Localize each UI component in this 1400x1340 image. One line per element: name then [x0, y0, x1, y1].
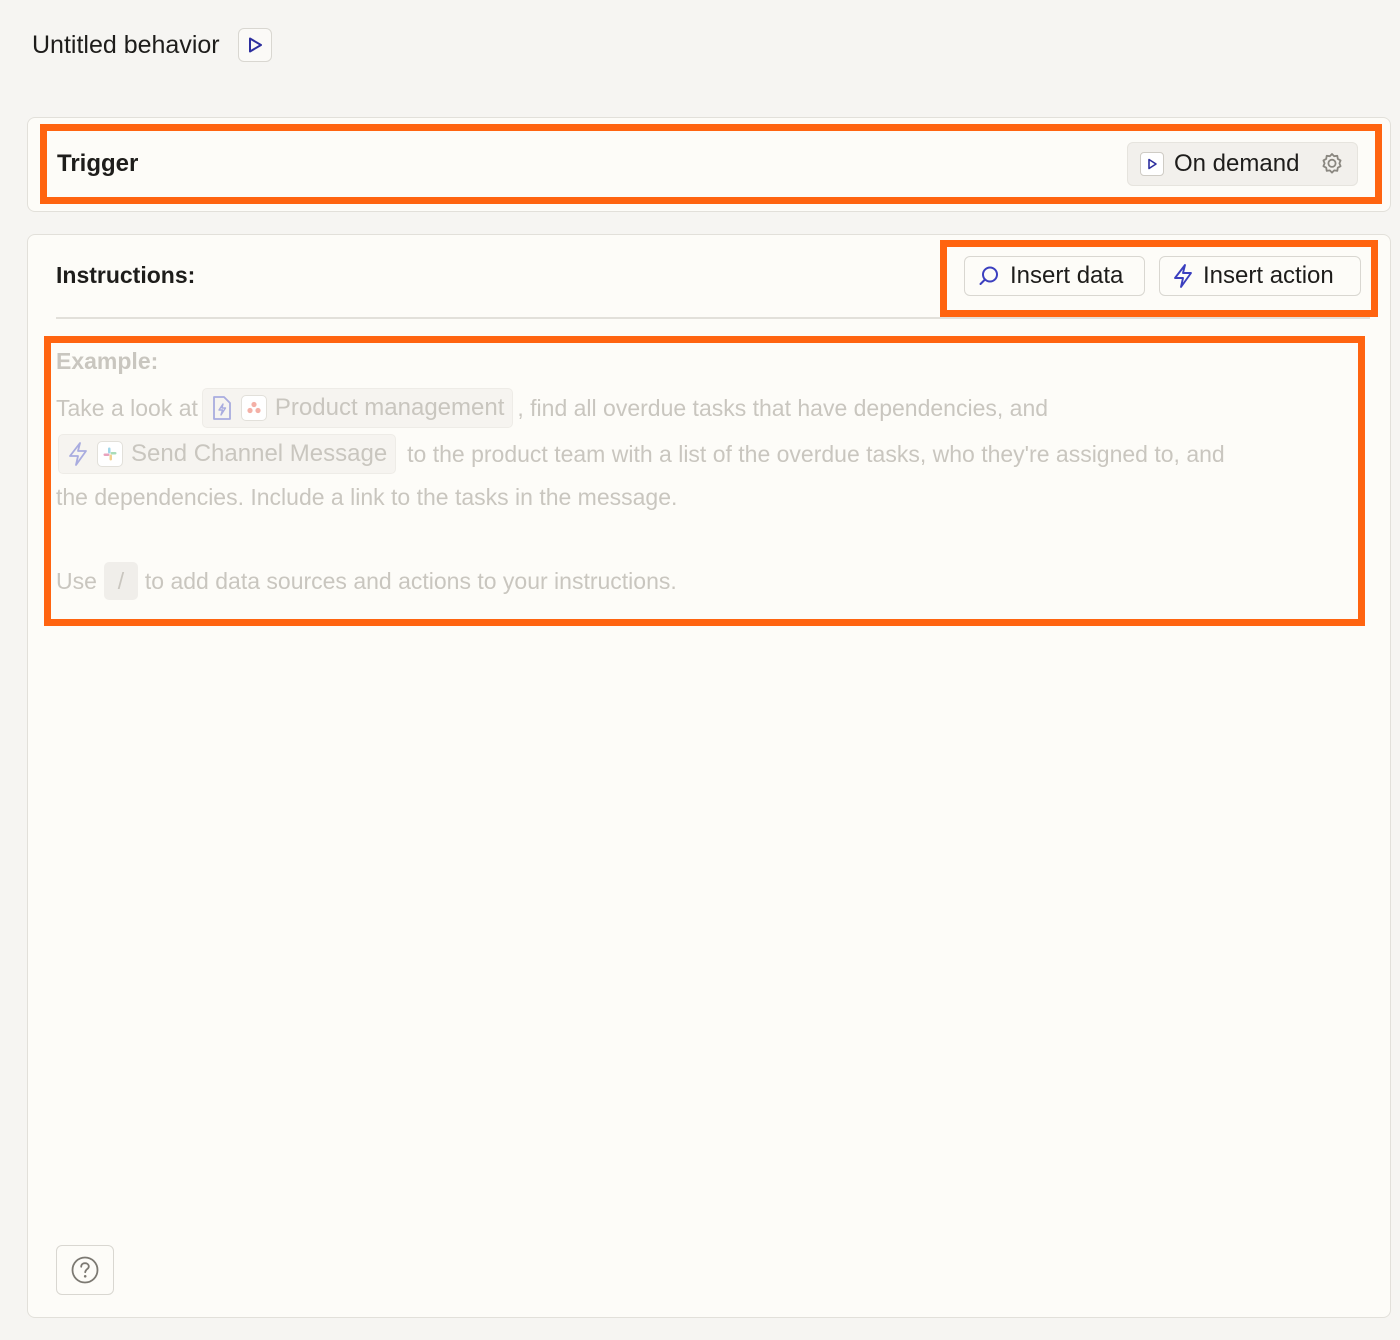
- play-icon: [248, 37, 262, 53]
- gear-icon[interactable]: [1319, 151, 1345, 177]
- document-lightning-icon: [213, 396, 231, 420]
- trigger-mode-button[interactable]: On demand: [1127, 142, 1358, 186]
- instructions-label: Instructions:: [56, 262, 196, 288]
- insert-action-button[interactable]: Insert action: [1159, 256, 1361, 296]
- play-icon: [1140, 152, 1164, 176]
- page-title[interactable]: Untitled behavior: [32, 31, 220, 60]
- example-line2-suffix: to the product team with a list of the o…: [407, 440, 1225, 467]
- action-chip-label: Send Channel Message: [131, 440, 388, 467]
- help-button[interactable]: [56, 1245, 114, 1295]
- help-icon: [71, 1256, 99, 1284]
- instructions-editor-placeholder[interactable]: Example: Take a look at Product manageme…: [56, 348, 1356, 600]
- insert-action-label: Insert action: [1203, 262, 1334, 289]
- slash-key: /: [103, 562, 138, 600]
- example-line-1: Take a look at Product management , find…: [56, 388, 1048, 428]
- header: Untitled behavior: [32, 28, 272, 62]
- hint-prefix: Use: [56, 567, 97, 594]
- search-icon: [979, 266, 998, 285]
- insert-data-label: Insert data: [1010, 262, 1124, 289]
- asana-icon: [240, 395, 267, 421]
- example-hint: Use / to add data sources and actions to…: [56, 562, 677, 600]
- example-line-3: the dependencies. Include a link to the …: [56, 484, 678, 510]
- lightning-icon: [1174, 264, 1192, 288]
- trigger-mode-label: On demand: [1174, 150, 1300, 177]
- slack-icon: [97, 441, 123, 467]
- example-heading: Example:: [56, 348, 159, 374]
- instructions-divider: [56, 317, 1370, 319]
- action-chip: Send Channel Message: [58, 434, 397, 474]
- data-source-chip-label: Product management: [274, 394, 505, 421]
- lightning-icon: [69, 442, 87, 466]
- data-source-chip: Product management: [201, 388, 514, 428]
- run-behavior-button[interactable]: [237, 28, 272, 62]
- example-line1-prefix: Take a look at: [56, 394, 198, 421]
- trigger-label: Trigger: [57, 150, 139, 177]
- example-line-2: Send Channel Message to the product team…: [56, 434, 1225, 474]
- insert-data-button[interactable]: Insert data: [964, 256, 1145, 296]
- example-line1-suffix: , find all overdue tasks that have depen…: [517, 394, 1049, 421]
- hint-suffix: to add data sources and actions to your …: [144, 567, 677, 594]
